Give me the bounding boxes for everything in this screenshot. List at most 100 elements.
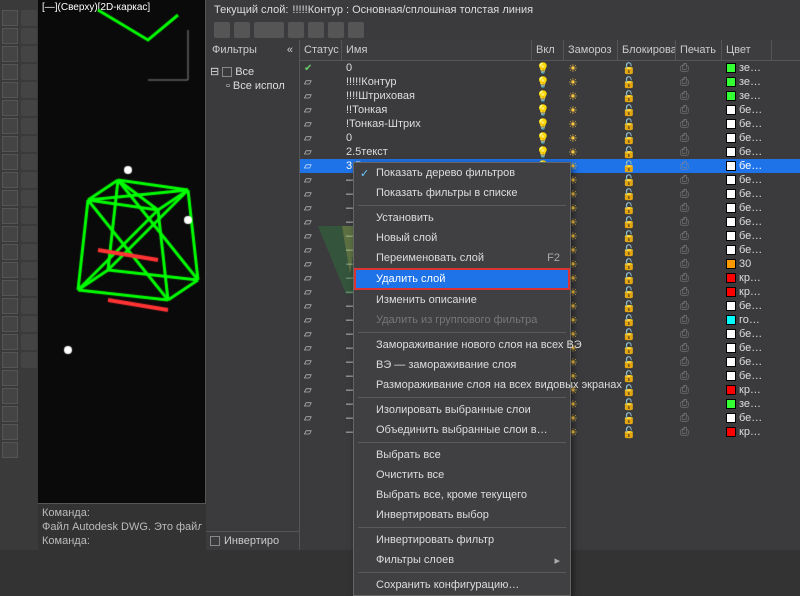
context-menu-item[interactable]: Выбрать все, кроме текущего: [354, 485, 570, 505]
filters-tree[interactable]: ⊟Все ▫Все испол: [206, 60, 299, 531]
bulb-icon[interactable]: 💡: [536, 62, 550, 75]
printer-icon[interactable]: ⎙: [680, 314, 689, 327]
lock-icon[interactable]: 🔓: [622, 258, 636, 271]
tool-icon[interactable]: [21, 118, 37, 134]
color-swatch[interactable]: [726, 399, 736, 409]
bulb-icon[interactable]: 💡: [536, 132, 550, 145]
context-menu-item[interactable]: Установить: [354, 208, 570, 228]
lock-icon[interactable]: 🔓: [622, 244, 636, 257]
invert-checkbox[interactable]: [210, 536, 220, 546]
filters-collapse-icon[interactable]: «: [287, 44, 293, 56]
printer-icon[interactable]: ⎙: [680, 286, 689, 299]
tool-icon[interactable]: [2, 10, 18, 26]
layer-tool-icon[interactable]: [308, 22, 324, 38]
layer-tool-icon[interactable]: [328, 22, 344, 38]
color-swatch[interactable]: [726, 91, 736, 101]
layer-name-cell[interactable]: !!Тонкая: [342, 104, 532, 116]
tool-icon[interactable]: [2, 172, 18, 188]
lock-icon[interactable]: 🔓: [622, 104, 636, 117]
lock-icon[interactable]: 🔓: [622, 174, 636, 187]
printer-icon[interactable]: ⎙: [680, 272, 689, 285]
lock-icon[interactable]: 🔓: [622, 412, 636, 425]
color-swatch[interactable]: [726, 301, 736, 311]
context-menu-item[interactable]: Объединить выбранные слои в…: [354, 420, 570, 440]
table-row[interactable]: ▱0💡☀🔓⎙бе…: [300, 131, 800, 145]
color-swatch[interactable]: [726, 343, 736, 353]
color-swatch[interactable]: [726, 413, 736, 423]
layer-tool-icon[interactable]: [234, 22, 250, 38]
tool-icon[interactable]: [21, 226, 37, 242]
printer-icon[interactable]: ⎙: [680, 160, 689, 173]
table-row[interactable]: ▱!!Тонкая💡☀🔓⎙бе…: [300, 103, 800, 117]
printer-icon[interactable]: ⎙: [680, 370, 689, 383]
color-swatch[interactable]: [726, 161, 736, 171]
layer-name-cell[interactable]: !Тонкая-Штрих: [342, 118, 532, 130]
context-menu-item[interactable]: Сохранить конфигурацию…: [354, 575, 570, 595]
context-menu-item[interactable]: Изолировать выбранные слои: [354, 400, 570, 420]
color-swatch[interactable]: [726, 203, 736, 213]
color-swatch[interactable]: [726, 105, 736, 115]
printer-icon[interactable]: ⎙: [680, 356, 689, 369]
col-plot[interactable]: Печать: [676, 40, 722, 60]
printer-icon[interactable]: ⎙: [680, 426, 689, 439]
printer-icon[interactable]: ⎙: [680, 104, 689, 117]
printer-icon[interactable]: ⎙: [680, 398, 689, 411]
color-swatch[interactable]: [726, 245, 736, 255]
layer-name-cell[interactable]: !!!!Штриховая: [342, 90, 532, 102]
context-menu-item[interactable]: Инвертировать выбор: [354, 505, 570, 525]
context-menu-item[interactable]: Выбрать все: [354, 445, 570, 465]
tool-icon[interactable]: [2, 388, 18, 404]
layer-tool-icon[interactable]: [214, 22, 230, 38]
filter-all-used[interactable]: Все испол: [233, 80, 285, 92]
lock-icon[interactable]: 🔓: [622, 202, 636, 215]
context-menu-item[interactable]: Замораживание нового слоя на всех ВЭ: [354, 335, 570, 355]
sun-icon[interactable]: ☀: [568, 146, 578, 159]
context-menu-item[interactable]: Переименовать слойF2: [354, 248, 570, 268]
color-swatch[interactable]: [726, 273, 736, 283]
printer-icon[interactable]: ⎙: [680, 188, 689, 201]
color-swatch[interactable]: [726, 231, 736, 241]
table-row[interactable]: ✔0💡☀🔓⎙зе…: [300, 61, 800, 75]
color-swatch[interactable]: [726, 385, 736, 395]
sun-icon[interactable]: ☀: [568, 76, 578, 89]
sun-icon[interactable]: ☀: [568, 132, 578, 145]
printer-icon[interactable]: ⎙: [680, 230, 689, 243]
lock-icon[interactable]: 🔓: [622, 314, 636, 327]
tool-icon[interactable]: [2, 334, 18, 350]
sun-icon[interactable]: ☀: [568, 118, 578, 131]
color-swatch[interactable]: [726, 371, 736, 381]
command-line[interactable]: Команда: Файл Autodesk DWG. Это файл фор…: [38, 503, 206, 550]
bulb-icon[interactable]: 💡: [536, 104, 550, 117]
tool-icon[interactable]: [21, 262, 37, 278]
lock-icon[interactable]: 🔓: [622, 328, 636, 341]
context-menu-item[interactable]: Размораживание слоя на всех видовых экра…: [354, 375, 570, 395]
color-swatch[interactable]: [726, 357, 736, 367]
layer-name-cell[interactable]: 2.5текст: [342, 146, 532, 158]
printer-icon[interactable]: ⎙: [680, 342, 689, 355]
filter-checkbox[interactable]: [222, 67, 232, 77]
layer-tool-icon[interactable]: [348, 22, 364, 38]
bulb-icon[interactable]: 💡: [536, 76, 550, 89]
printer-icon[interactable]: ⎙: [680, 328, 689, 341]
printer-icon[interactable]: ⎙: [680, 90, 689, 103]
context-menu-item[interactable]: Показать фильтры в списке: [354, 183, 570, 203]
printer-icon[interactable]: ⎙: [680, 132, 689, 145]
tool-icon[interactable]: [21, 208, 37, 224]
tool-icon[interactable]: [21, 334, 37, 350]
printer-icon[interactable]: ⎙: [680, 244, 689, 257]
lock-icon[interactable]: 🔓: [622, 384, 636, 397]
lock-icon[interactable]: 🔓: [622, 300, 636, 313]
lock-icon[interactable]: 🔓: [622, 370, 636, 383]
layer-name-cell[interactable]: !!!!!Контур: [342, 76, 532, 88]
lock-icon[interactable]: 🔓: [622, 132, 636, 145]
context-menu-item[interactable]: Показать дерево фильтров: [354, 163, 570, 183]
color-swatch[interactable]: [726, 63, 736, 73]
table-row[interactable]: ▱!!!!Штриховая💡☀🔓⎙зе…: [300, 89, 800, 103]
color-swatch[interactable]: [726, 329, 736, 339]
color-swatch[interactable]: [726, 427, 736, 437]
tool-icon[interactable]: [2, 154, 18, 170]
tool-icon[interactable]: [2, 82, 18, 98]
tool-icon[interactable]: [2, 28, 18, 44]
tool-icon[interactable]: [2, 226, 18, 242]
context-menu-item[interactable]: Изменить описание: [354, 290, 570, 310]
